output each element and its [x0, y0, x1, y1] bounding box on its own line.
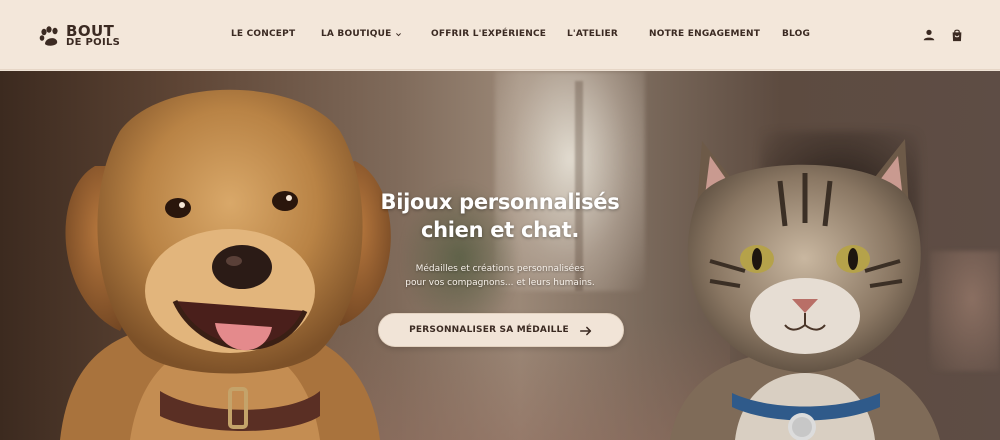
brand-logo[interactable]: BOUT DE POILS — [38, 18, 128, 54]
nav-label: NOTRE ENGAGEMENT — [649, 29, 761, 39]
nav-item-atelier[interactable]: L'ATELIER — [567, 29, 618, 39]
hero-content: Bijoux personnalisés chien et chat. Méda… — [360, 188, 640, 290]
nav-item-blog[interactable]: BLOG — [782, 29, 810, 39]
header-icons — [922, 27, 964, 42]
hero-banner: Bijoux personnalisés chien et chat. Méda… — [0, 71, 1000, 440]
arrow-right-icon — [579, 323, 593, 337]
brand-line1: BOUT — [66, 21, 115, 40]
bag-icon[interactable] — [950, 27, 964, 42]
hero-title: Bijoux personnalisés chien et chat. — [360, 188, 640, 244]
hero-subtitle: Médailles et créations personnalisées po… — [360, 262, 640, 290]
brand-wordmark: BOUT DE POILS — [66, 21, 121, 49]
nav-label: L'ATELIER — [567, 29, 619, 39]
nav-item-le-concept[interactable]: LE CONCEPT — [231, 29, 295, 39]
cta-label: PERSONNALISER SA MÉDAILLE — [409, 325, 569, 335]
hero-subtitle-line2: pour vos compagnons... et leurs humains. — [405, 278, 595, 288]
paw-icon — [38, 24, 62, 48]
nav-item-offrir[interactable]: OFFRIR L'EXPÉRIENCE — [431, 29, 546, 39]
brand-line2: DE POILS — [66, 37, 121, 49]
cat-photo — [640, 111, 970, 440]
nav-label: LA BOUTIQUE — [321, 29, 392, 39]
nav-item-engagement[interactable]: NOTRE ENGAGEMENT — [649, 29, 760, 39]
hero-title-line1: Bijoux personnalisés — [380, 190, 620, 214]
main-nav: LE CONCEPT LA BOUTIQUE OFFRIR L'EXPÉRIEN… — [210, 0, 820, 70]
nav-label: LE CONCEPT — [231, 29, 296, 39]
nav-label: BLOG — [782, 29, 811, 39]
nav-label: OFFRIR L'EXPÉRIENCE — [431, 29, 547, 39]
hero-subtitle-line1: Médailles et créations personnalisées — [415, 264, 585, 274]
personalize-medal-button[interactable]: PERSONNALISER SA MÉDAILLE — [378, 313, 624, 347]
site-header: BOUT DE POILS LE CONCEPT LA BOUTIQUE OFF… — [0, 0, 1000, 70]
chevron-down-icon — [395, 31, 402, 38]
hero-title-line2: chien et chat. — [420, 218, 580, 242]
nav-item-la-boutique[interactable]: LA BOUTIQUE — [321, 29, 402, 39]
user-icon[interactable] — [922, 27, 936, 41]
